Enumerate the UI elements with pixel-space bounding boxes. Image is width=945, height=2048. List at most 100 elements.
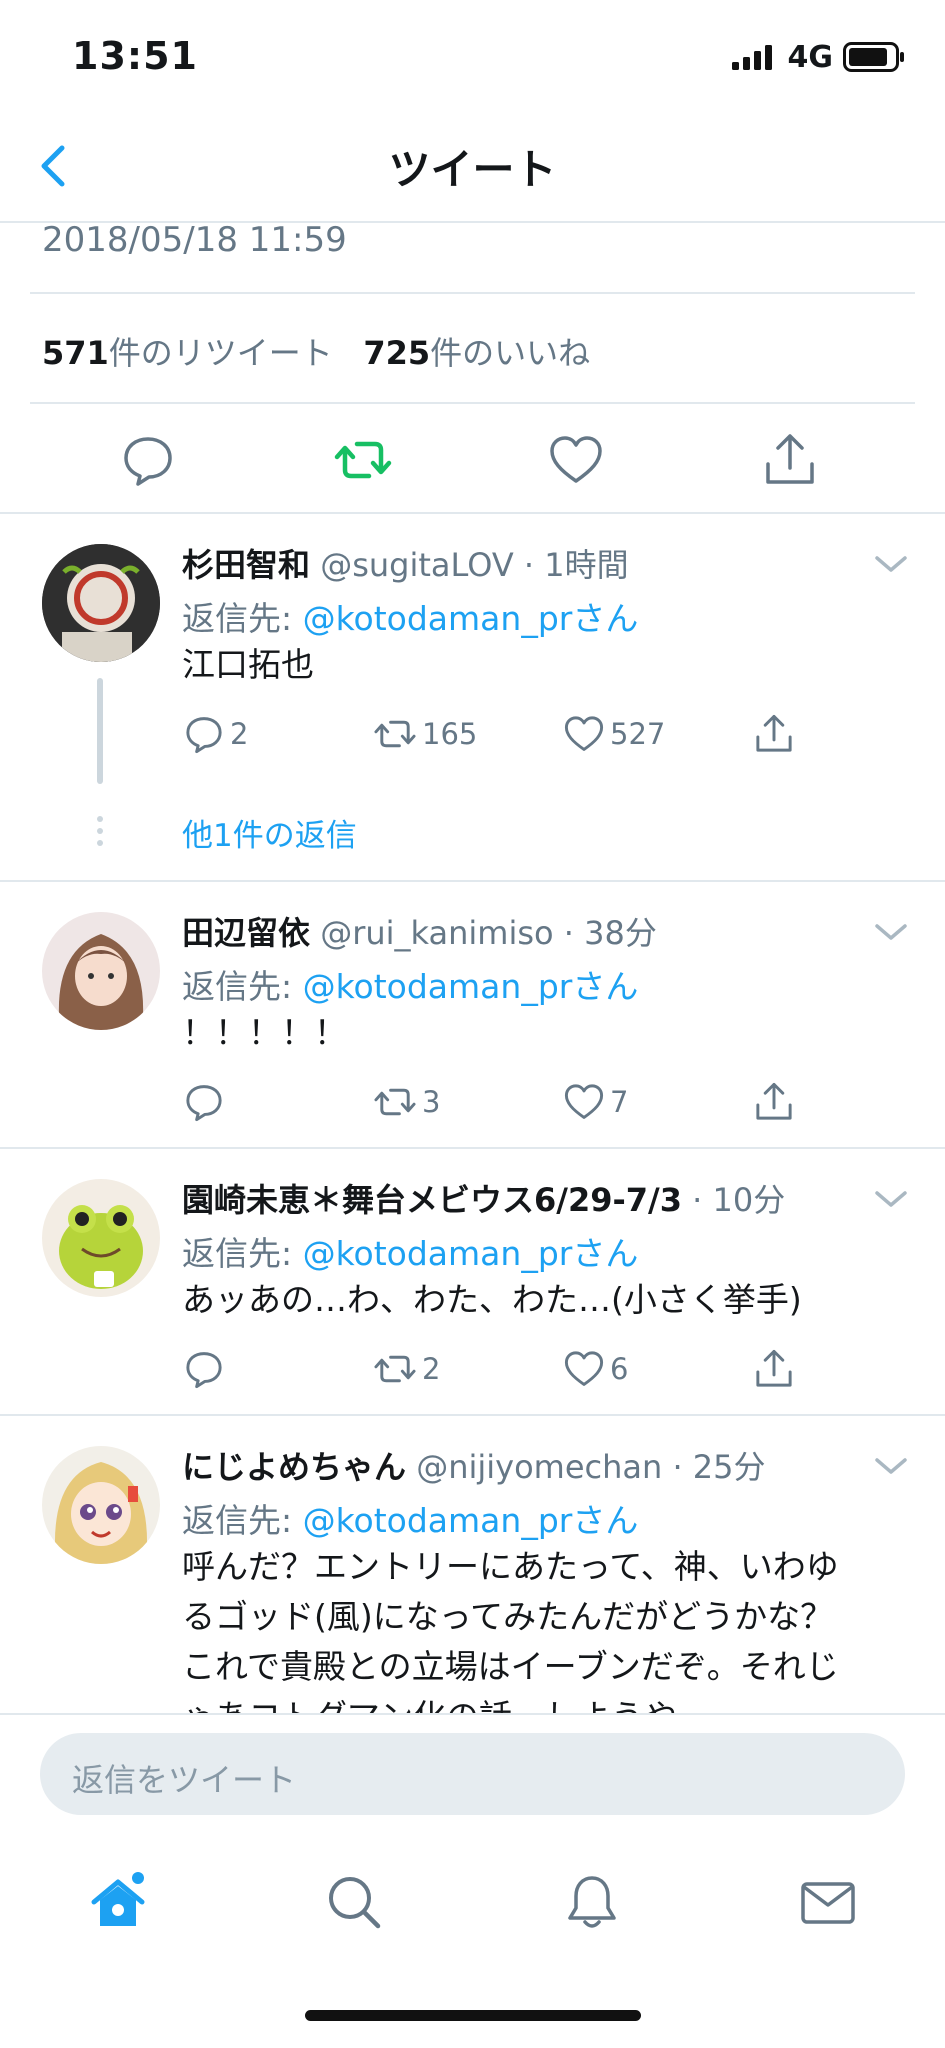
reply-text-line: ゃあコトダマン化の話、しようや… [182, 1692, 902, 1713]
reply-to-link[interactable]: @kotodaman_prさん [303, 967, 639, 1006]
reply-to: 返信先: @kotodaman_prさん [182, 1227, 638, 1275]
retweet-button[interactable]: 165 [372, 712, 477, 756]
handle-time: @sugitaLOV · 1時間 [320, 546, 629, 584]
reply-item[interactable]: 杉田智和 @sugitaLOV · 1時間 返信先: @kotodaman_pr… [0, 514, 945, 880]
reply-text: あッあの…わ、わた、わた…(小さく挙手) [182, 1280, 802, 1319]
reply-action-bar: 2 6 [182, 1347, 822, 1395]
reply-to: 返信先: @kotodaman_prさん [182, 592, 638, 640]
reply-to-prefix: 返信先: [182, 599, 303, 638]
reply-to: 返信先: @kotodaman_prさん [182, 960, 638, 1008]
reply-item[interactable]: 園崎未恵＊舞台メビウス6/29-7/3 · 10分 返信先: @kotodama… [0, 1149, 945, 1413]
reply-button[interactable] [182, 1347, 230, 1391]
avatar[interactable] [42, 1179, 160, 1297]
more-replies-link[interactable]: 他1件の返信 [182, 810, 357, 855]
reply-to-link[interactable]: @kotodaman_prさん [303, 1234, 639, 1273]
heart-icon [564, 1084, 604, 1119]
display-name[interactable]: にじよめちゃん [182, 1448, 406, 1486]
share-button[interactable] [760, 430, 820, 490]
reply-text: 呼んだ？エントリーにあたって、神、いわゆ るゴッド(風)になってみたんだがどうか… [182, 1542, 902, 1713]
reply-header: にじよめちゃん @nijiyomechan · 25分 [182, 1442, 766, 1488]
reply-text-line: 呼んだ？エントリーにあたって、神、いわゆ [182, 1547, 839, 1586]
home-indicator [305, 2010, 641, 2021]
tweet-action-bar [0, 430, 945, 494]
retweet-button[interactable] [333, 430, 393, 490]
share-icon [756, 1349, 792, 1387]
tab-notifications[interactable] [562, 1872, 622, 1932]
battery-icon [843, 42, 904, 72]
tweet-stats: 571件のリツイート 725件のいいね [42, 328, 590, 374]
like-button[interactable]: 6 [562, 1347, 628, 1391]
reply-to-prefix: 返信先: [182, 967, 303, 1006]
like-count: 527 [610, 717, 666, 751]
reply-icon [186, 1352, 222, 1389]
mail-icon [801, 1882, 855, 1924]
retweet-button[interactable]: 2 [372, 1347, 440, 1391]
chevron-down-icon[interactable] [873, 552, 909, 576]
like-count: 7 [610, 1085, 629, 1119]
share-button[interactable] [752, 712, 796, 756]
tweet-timestamp: 2018/05/18 11:59 [42, 220, 347, 260]
tab-home[interactable] [88, 1872, 148, 1932]
reply-to-link[interactable]: @kotodaman_prさん [303, 599, 639, 638]
retweet-count: 2 [422, 1352, 441, 1386]
retweet-count: 571 [42, 334, 109, 372]
reply-to-prefix: 返信先: [182, 1234, 303, 1273]
avatar[interactable] [42, 544, 160, 662]
signal-icon [731, 45, 772, 70]
retweet-icon [334, 441, 392, 479]
heart-icon [564, 716, 604, 751]
reply-icon [124, 437, 172, 486]
like-label[interactable]: 件のいいね [430, 334, 590, 372]
retweet-count: 165 [422, 717, 478, 751]
page-title: ツイート [388, 145, 557, 194]
retweet-button[interactable]: 3 [372, 1080, 440, 1124]
share-button[interactable] [752, 1080, 796, 1124]
tab-messages[interactable] [798, 1872, 858, 1932]
divider [30, 402, 915, 404]
chevron-down-icon[interactable] [873, 1187, 909, 1211]
avatar[interactable] [42, 912, 160, 1030]
like-button[interactable] [546, 430, 606, 490]
like-button[interactable]: 527 [562, 712, 665, 756]
like-button[interactable]: 7 [562, 1080, 628, 1124]
home-icon [91, 1872, 145, 1926]
retweet-label[interactable]: 件のリツイート [109, 334, 333, 372]
reply-header: 園崎未恵＊舞台メビウス6/29-7/3 · 10分 [182, 1175, 785, 1221]
display-name[interactable]: 杉田智和 [182, 546, 310, 584]
share-button[interactable] [752, 1347, 796, 1391]
handle-time: · 10分 [682, 1181, 786, 1219]
retweet-icon [374, 1355, 416, 1383]
reply-item[interactable]: にじよめちゃん @nijiyomechan · 25分 返信先: @kotoda… [0, 1416, 945, 1713]
reply-to-prefix: 返信先: [182, 1501, 303, 1540]
thread-dots [97, 816, 103, 846]
like-count: 725 [363, 334, 431, 372]
chevron-down-icon[interactable] [873, 920, 909, 944]
reply-button[interactable] [118, 430, 178, 490]
reply-text: ！！！！！ [182, 1013, 347, 1052]
composer-divider [0, 1713, 945, 1715]
reply-button[interactable] [182, 1080, 230, 1124]
chevron-down-icon[interactable] [873, 1454, 909, 1478]
reply-count: 2 [230, 717, 249, 751]
display-name[interactable]: 田辺留依 [182, 914, 310, 952]
like-count: 6 [610, 1352, 629, 1386]
network-type: 4G [787, 39, 834, 75]
retweet-count: 3 [422, 1085, 441, 1119]
avatar[interactable] [42, 1446, 160, 1564]
handle-time: @nijiyomechan · 25分 [416, 1448, 766, 1486]
bell-icon [568, 1876, 616, 1928]
reply-button[interactable]: 2 [182, 712, 248, 756]
heart-icon [550, 436, 602, 483]
reply-text: 江口拓也 [182, 645, 314, 684]
share-icon [766, 434, 814, 484]
share-icon [756, 714, 792, 752]
display-name[interactable]: 園崎未恵＊舞台メビウス6/29-7/3 [182, 1181, 682, 1219]
search-icon [329, 1877, 381, 1929]
tab-search[interactable] [324, 1872, 384, 1932]
reply-to-link[interactable]: @kotodaman_prさん [303, 1501, 639, 1540]
share-icon [756, 1082, 792, 1120]
reply-action-bar: 3 7 [182, 1080, 822, 1128]
handle-time: @rui_kanimiso · 38分 [320, 914, 657, 952]
retweet-icon [374, 1088, 416, 1116]
reply-item[interactable]: 田辺留依 @rui_kanimiso · 38分 返信先: @kotodaman… [0, 882, 945, 1146]
